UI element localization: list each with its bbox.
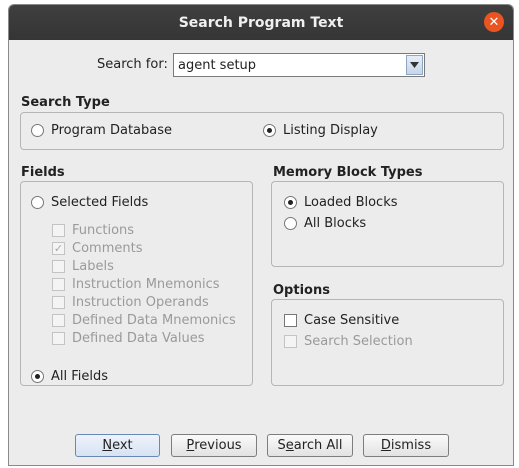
button-bar: Next Previous Se arch All Dismiss [9, 425, 513, 465]
next-button[interactable]: Next [75, 434, 160, 457]
search-all-button[interactable]: Se arch All [267, 434, 353, 457]
checkbox[interactable] [52, 278, 65, 291]
checkbox[interactable] [52, 296, 65, 309]
checkbox-label: Search Selection [304, 334, 413, 349]
fields-heading: Fields [21, 165, 65, 180]
checkbox-label: Labels [72, 259, 114, 274]
radio-label: Loaded Blocks [304, 195, 398, 210]
search-type-heading: Search Type [21, 95, 110, 110]
title-bar: Search Program Text ✕ [9, 5, 513, 40]
radio-label: Selected Fields [51, 195, 149, 210]
radio-label: Listing Display [283, 123, 378, 138]
radio-button-selected[interactable] [31, 370, 44, 383]
search-type-group: Program Database Listing Display [20, 112, 504, 150]
checkbox[interactable] [52, 314, 65, 327]
radio-button-selected[interactable] [284, 196, 297, 209]
checkbox-labels[interactable]: Labels [52, 259, 114, 274]
close-icon: ✕ [488, 14, 500, 30]
button-label: ismiss [390, 438, 432, 453]
chevron-down-icon [410, 62, 419, 68]
mnemonic-letter: D [380, 438, 391, 453]
button-label: ext [112, 438, 133, 453]
memory-block-types-group: Loaded Blocks All Blocks [271, 181, 504, 267]
checkbox[interactable] [284, 314, 297, 327]
radio-label: All Fields [51, 369, 109, 384]
radio-button[interactable] [31, 196, 44, 209]
checkbox-defined-data-mnemonics[interactable]: Defined Data Mnemonics [52, 313, 236, 328]
button-label: arch All [293, 438, 343, 453]
fields-group: Selected Fields Functions ✓ Comments Lab… [20, 181, 253, 386]
checkbox-label: Defined Data Mnemonics [72, 313, 236, 328]
radio-label: Program Database [51, 123, 173, 138]
dropdown-button[interactable] [406, 55, 423, 75]
checkbox-defined-data-values[interactable]: Defined Data Values [52, 331, 204, 346]
previous-button[interactable]: Previous [171, 434, 257, 457]
search-for-label: Search for: [97, 57, 168, 72]
checkbox-label: Functions [72, 223, 135, 238]
dialog-title: Search Program Text [178, 14, 344, 31]
radio-loaded-blocks[interactable]: Loaded Blocks [284, 195, 398, 210]
radio-program-database[interactable]: Program Database [31, 123, 172, 138]
radio-button[interactable] [284, 217, 297, 230]
button-label: revious [194, 438, 242, 453]
checkbox-label: Case Sensitive [304, 313, 400, 328]
radio-selected-fields[interactable]: Selected Fields [31, 195, 148, 210]
checkbox-label: Instruction Operands [72, 295, 209, 310]
dismiss-button[interactable]: Dismiss [363, 434, 449, 457]
checkbox[interactable] [284, 335, 297, 348]
checkbox-label: Instruction Mnemonics [72, 277, 220, 292]
options-group: Case Sensitive Search Selection [271, 299, 504, 386]
mnemonic-letter: P [186, 438, 195, 453]
checkbox-instruction-mnemonics[interactable]: Instruction Mnemonics [52, 277, 220, 292]
close-button[interactable]: ✕ [484, 12, 504, 32]
checkbox-functions[interactable]: Functions [52, 223, 134, 238]
checkbox-comments[interactable]: ✓ Comments [52, 241, 142, 256]
memory-block-types-heading: Memory Block Types [273, 165, 423, 180]
checkbox-case-sensitive[interactable]: Case Sensitive [284, 313, 399, 328]
mnemonic-letter: e [285, 438, 294, 453]
search-program-text-dialog: Search Program Text ✕ Search for: agent … [8, 4, 514, 466]
checkbox-label: Defined Data Values [72, 331, 205, 346]
checkbox[interactable] [52, 224, 65, 237]
options-heading: Options [273, 283, 330, 298]
radio-all-blocks[interactable]: All Blocks [284, 216, 366, 231]
checkbox-search-selection[interactable]: Search Selection [284, 334, 413, 349]
mnemonic-letter: N [102, 438, 113, 453]
radio-all-fields[interactable]: All Fields [31, 369, 108, 384]
checkmark-icon: ✓ [53, 242, 64, 255]
checkbox-instruction-operands[interactable]: Instruction Operands [52, 295, 209, 310]
search-input-combobox[interactable]: agent setup [173, 53, 425, 77]
radio-button[interactable] [31, 124, 44, 137]
checkbox[interactable] [52, 332, 65, 345]
checkbox[interactable] [52, 260, 65, 273]
radio-button-selected[interactable] [263, 124, 276, 137]
radio-label: All Blocks [304, 216, 367, 231]
search-row: Search for: agent setup [9, 53, 513, 77]
checkbox-label: Comments [72, 241, 143, 256]
radio-listing-display[interactable]: Listing Display [263, 123, 378, 138]
background-window [0, 0, 8, 468]
search-input[interactable]: agent setup [174, 58, 406, 73]
button-label: S [277, 438, 286, 453]
checkbox-checked[interactable]: ✓ [52, 242, 65, 255]
